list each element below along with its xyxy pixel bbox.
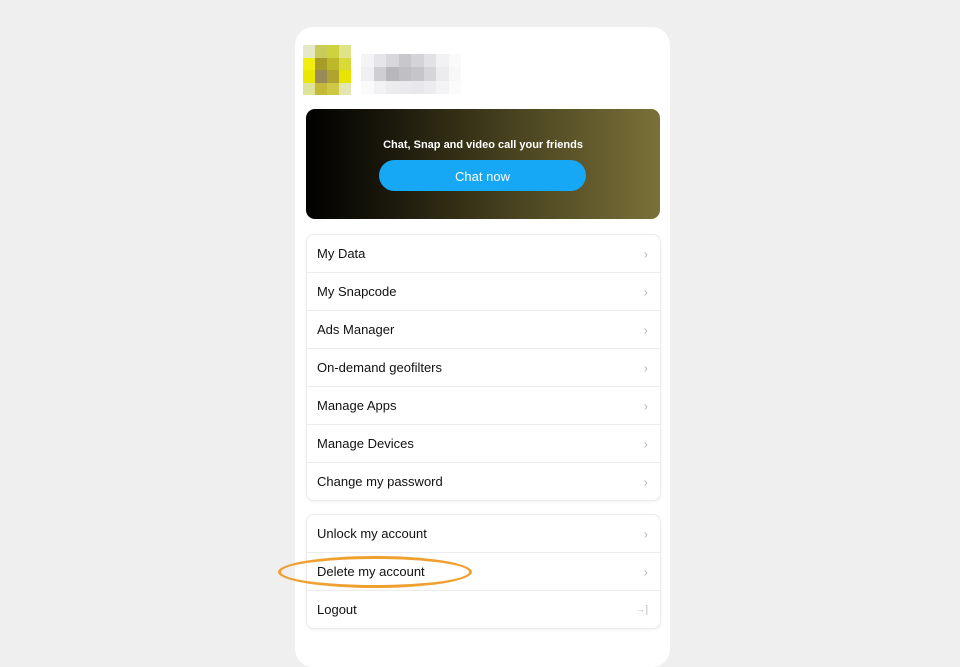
banner-text: Chat, Snap and video call your friends: [383, 139, 583, 151]
username-pixel: [423, 67, 436, 81]
menu-group-account-actions: Unlock my account › Delete my account › …: [306, 514, 661, 629]
avatar-pixel: [339, 82, 351, 95]
avatar-pixel: [315, 82, 327, 95]
username-pixel: [361, 67, 374, 81]
username-pixel: [448, 80, 461, 94]
username-pixel: [411, 80, 424, 94]
username-pixel: [361, 80, 374, 94]
avatar-pixel: [327, 45, 339, 58]
username-pixel: [448, 67, 461, 81]
menu-item-label: Manage Apps: [317, 398, 397, 413]
chat-promo-banner: Chat, Snap and video call your friends C…: [306, 109, 660, 219]
avatar-pixel: [327, 82, 339, 95]
username-pixel: [386, 67, 399, 81]
username-pixel: [448, 54, 461, 68]
menu-item-label: Change my password: [317, 474, 443, 489]
avatar: [303, 45, 351, 95]
username-pixel: [373, 67, 386, 81]
avatar-pixel: [339, 45, 351, 58]
avatar-pixel: [303, 57, 315, 70]
menu-item-label: Unlock my account: [317, 526, 427, 541]
username-pixel: [386, 80, 399, 94]
username-pixel: [411, 67, 424, 81]
menu-item-label: Manage Devices: [317, 436, 414, 451]
avatar-pixel: [303, 70, 315, 83]
username-pixel: [361, 54, 374, 68]
username-pixel: [436, 80, 449, 94]
menu-item-label: On-demand geofilters: [317, 360, 443, 375]
username-pixel: [398, 67, 411, 81]
chevron-right-icon: ›: [643, 360, 648, 375]
menu-item-logout[interactable]: Logout →]: [307, 591, 660, 628]
username-blurred: [361, 54, 461, 94]
avatar-pixel: [327, 70, 339, 83]
avatar-pixel: [303, 45, 315, 58]
username-pixel: [398, 54, 411, 68]
avatar-pixel: [339, 57, 351, 70]
username-pixel: [423, 80, 436, 94]
avatar-pixel: [339, 70, 351, 83]
username-pixel: [411, 54, 424, 68]
username-pixel: [436, 54, 449, 68]
menu-item-label: Logout: [317, 602, 357, 617]
menu-item-label: My Data: [317, 246, 366, 261]
avatar-pixel: [315, 57, 327, 70]
chevron-right-icon: ›: [643, 246, 648, 261]
logout-icon: →]: [635, 604, 648, 615]
username-pixel: [423, 54, 436, 68]
menu-item-my-snapcode[interactable]: My Snapcode ›: [307, 273, 660, 311]
chevron-right-icon: ›: [643, 564, 648, 579]
chevron-right-icon: ›: [643, 474, 648, 489]
menu-item-label: Delete my account: [317, 564, 425, 579]
avatar-pixel: [315, 45, 327, 58]
menu-group-account-tools: My Data › My Snapcode › Ads Manager › On…: [306, 234, 661, 501]
menu-item-manage-apps[interactable]: Manage Apps ›: [307, 387, 660, 425]
menu-item-ads-manager[interactable]: Ads Manager ›: [307, 311, 660, 349]
account-panel: Chat, Snap and video call your friends C…: [295, 27, 670, 667]
menu-item-label: Ads Manager: [317, 322, 395, 337]
chevron-right-icon: ›: [643, 284, 648, 299]
menu-item-geofilters[interactable]: On-demand geofilters ›: [307, 349, 660, 387]
chevron-right-icon: ›: [643, 322, 648, 337]
menu-item-manage-devices[interactable]: Manage Devices ›: [307, 425, 660, 463]
avatar-pixel: [327, 57, 339, 70]
chevron-right-icon: ›: [643, 436, 648, 451]
menu-item-delete-account[interactable]: Delete my account ›: [307, 553, 660, 591]
menu-item-label: My Snapcode: [317, 284, 397, 299]
chevron-right-icon: ›: [643, 526, 648, 541]
username-pixel: [386, 54, 399, 68]
menu-item-change-password[interactable]: Change my password ›: [307, 463, 660, 500]
username-pixel: [373, 80, 386, 94]
chevron-right-icon: ›: [643, 398, 648, 413]
avatar-pixel: [303, 82, 315, 95]
username-pixel: [436, 67, 449, 81]
avatar-pixel: [315, 70, 327, 83]
chat-now-button[interactable]: Chat now: [379, 160, 586, 191]
menu-item-my-data[interactable]: My Data ›: [307, 235, 660, 273]
username-pixel: [373, 54, 386, 68]
menu-item-unlock-account[interactable]: Unlock my account ›: [307, 515, 660, 553]
username-pixel: [398, 80, 411, 94]
